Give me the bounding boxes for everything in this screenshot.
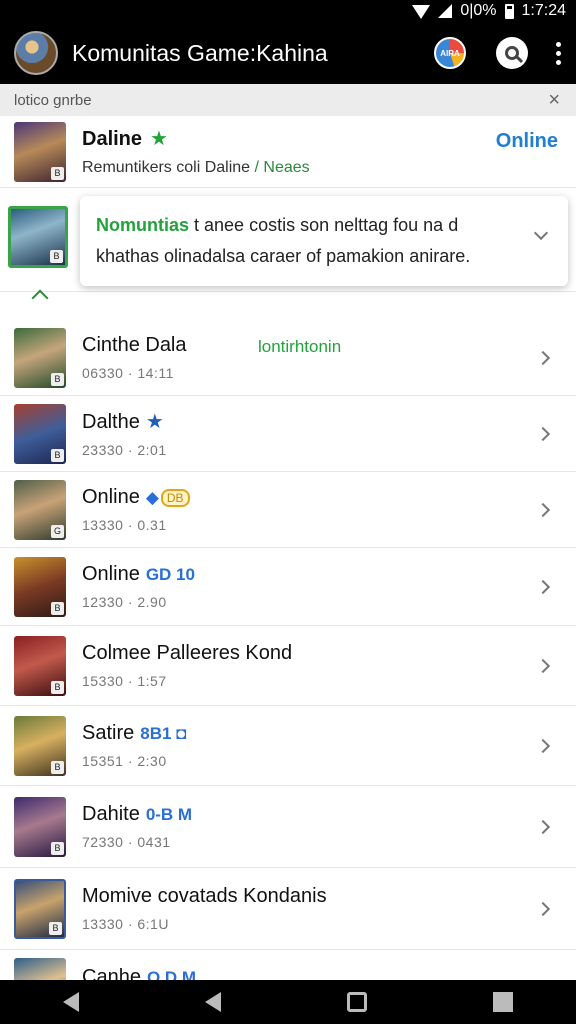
app-bar: Komunitas Game:Kahina AIRA	[0, 22, 576, 84]
level-badge: G	[51, 524, 64, 538]
filter-bar: lotico gnrbe ×	[0, 84, 576, 116]
clock: 1:7:24	[521, 2, 566, 19]
search-icon	[505, 46, 519, 60]
more-dot-icon	[555, 59, 561, 65]
signal-icon	[438, 4, 453, 18]
list-item[interactable]: B Dahite 0-B M 72330 · 0431	[0, 786, 576, 868]
more-dot-icon	[555, 50, 561, 56]
more-menu-button[interactable]	[554, 41, 562, 65]
list-item[interactable]: B Colmee Palleeres Kond 15330 · 1:57	[0, 626, 576, 706]
member-name: Online ◆ DB	[82, 486, 576, 509]
level-badge: B	[51, 166, 64, 180]
stats-button[interactable]: AIRA	[434, 37, 466, 69]
member-meta: 13330 · 0.31	[82, 517, 167, 533]
gold-badge: DB	[160, 488, 190, 507]
community-avatar[interactable]	[14, 31, 58, 75]
recents-icon[interactable]	[347, 992, 367, 1012]
list-item[interactable]: B Satire 8B1 ◘ 15351 · 2:30	[0, 706, 576, 786]
close-icon[interactable]: ×	[548, 89, 560, 112]
member-name: Momive covatads Kondanis	[82, 885, 327, 907]
avatar: B	[14, 796, 66, 857]
collapse-icon[interactable]	[31, 289, 49, 307]
system-nav-bar	[0, 980, 576, 1024]
selected-avatar[interactable]: B	[8, 206, 68, 268]
level-badge: B	[51, 372, 64, 386]
star-icon: ★	[145, 411, 164, 433]
rank-tag: 0-B M	[145, 805, 193, 824]
info-tooltip[interactable]: Nomuntias t anee costis son nelttag fou …	[80, 196, 568, 286]
level-badge: B	[49, 921, 62, 935]
rank-tag: GD 10	[145, 565, 195, 584]
wifi-icon	[412, 5, 431, 19]
chevron-down-icon[interactable]	[533, 225, 549, 241]
member-meta: 72330 · 0431	[82, 834, 171, 850]
list-item[interactable]: B Daline ★ Remuntikers coli Daline / Neae…	[0, 116, 576, 188]
back-icon[interactable]	[63, 992, 79, 1012]
member-subtitle: Remuntikers coli Daline / Neaes	[82, 159, 310, 176]
member-name: Dalthe ★	[82, 411, 164, 433]
tooltip-line-1: Nomuntias t anee costis son nelttag fou …	[96, 215, 459, 235]
more-dot-icon	[555, 41, 561, 47]
level-badge: B	[51, 448, 64, 462]
member-status: lontirhtonin	[258, 337, 342, 356]
avatar: B	[14, 121, 66, 182]
list-item[interactable]: B Momive covatads Kondanis 13330 · 6:1U	[0, 868, 576, 950]
member-meta: 15330 · 1:57	[82, 673, 167, 689]
member-name: Colmee Palleeres Kond	[82, 642, 293, 664]
search-button[interactable]	[496, 37, 528, 69]
avatar: B	[14, 403, 66, 464]
avatar: B	[14, 327, 66, 388]
online-status: Online	[495, 130, 558, 152]
avatar: B	[14, 635, 66, 696]
member-rows: B Cinthe Dala 06330 · 14:11 lontirhtonin…	[0, 320, 576, 1020]
battery-icon	[504, 3, 514, 19]
member-name: Online GD 10	[82, 563, 195, 585]
avatar: B	[14, 715, 66, 776]
avatar: B	[14, 556, 66, 617]
list-item[interactable]: G Online ◆ DB 13330 · 0.31	[0, 472, 576, 548]
level-badge: B	[50, 250, 63, 263]
rank-icon: ◆	[145, 488, 159, 507]
member-meta: 23330 · 2:01	[82, 442, 167, 458]
star-icon: ★	[150, 128, 168, 150]
status-bar: 0|0% 1:7:24	[0, 0, 576, 22]
tooltip-line-2: khathas olinadalsa caraer of pamakion an…	[96, 246, 471, 266]
member-meta: 13330 · 6:1U	[82, 916, 169, 932]
level-badge: B	[51, 601, 64, 615]
level-badge: B	[51, 680, 64, 694]
rank-tag: 8B1 ◘	[140, 724, 187, 743]
filter-label: lotico gnrbe	[14, 91, 92, 109]
list-item[interactable]: B Online GD 10 12330 · 2.90	[0, 548, 576, 626]
member-name: Dahite 0-B M	[82, 803, 193, 825]
back-icon[interactable]	[205, 992, 221, 1012]
list-item[interactable]: B Dalthe ★ 23330 · 2:01	[0, 396, 576, 472]
level-badge: B	[51, 841, 64, 855]
home-icon[interactable]	[493, 992, 513, 1012]
member-meta: 06330 · 14:11	[82, 365, 174, 381]
level-badge: B	[51, 760, 64, 774]
stats-icon: AIRA	[440, 48, 460, 58]
battery-percent: 0|0%	[460, 2, 497, 19]
app-title: Komunitas Game:Kahina	[72, 39, 328, 66]
member-name: Satire 8B1 ◘	[82, 722, 187, 744]
list-item[interactable]: B Cinthe Dala 06330 · 14:11 lontirhtonin	[0, 320, 576, 396]
avatar: G	[14, 479, 66, 540]
member-meta: 12330 · 2.90	[82, 594, 167, 610]
avatar: B	[14, 878, 66, 939]
member-meta: 15351 · 2:30	[82, 753, 167, 769]
